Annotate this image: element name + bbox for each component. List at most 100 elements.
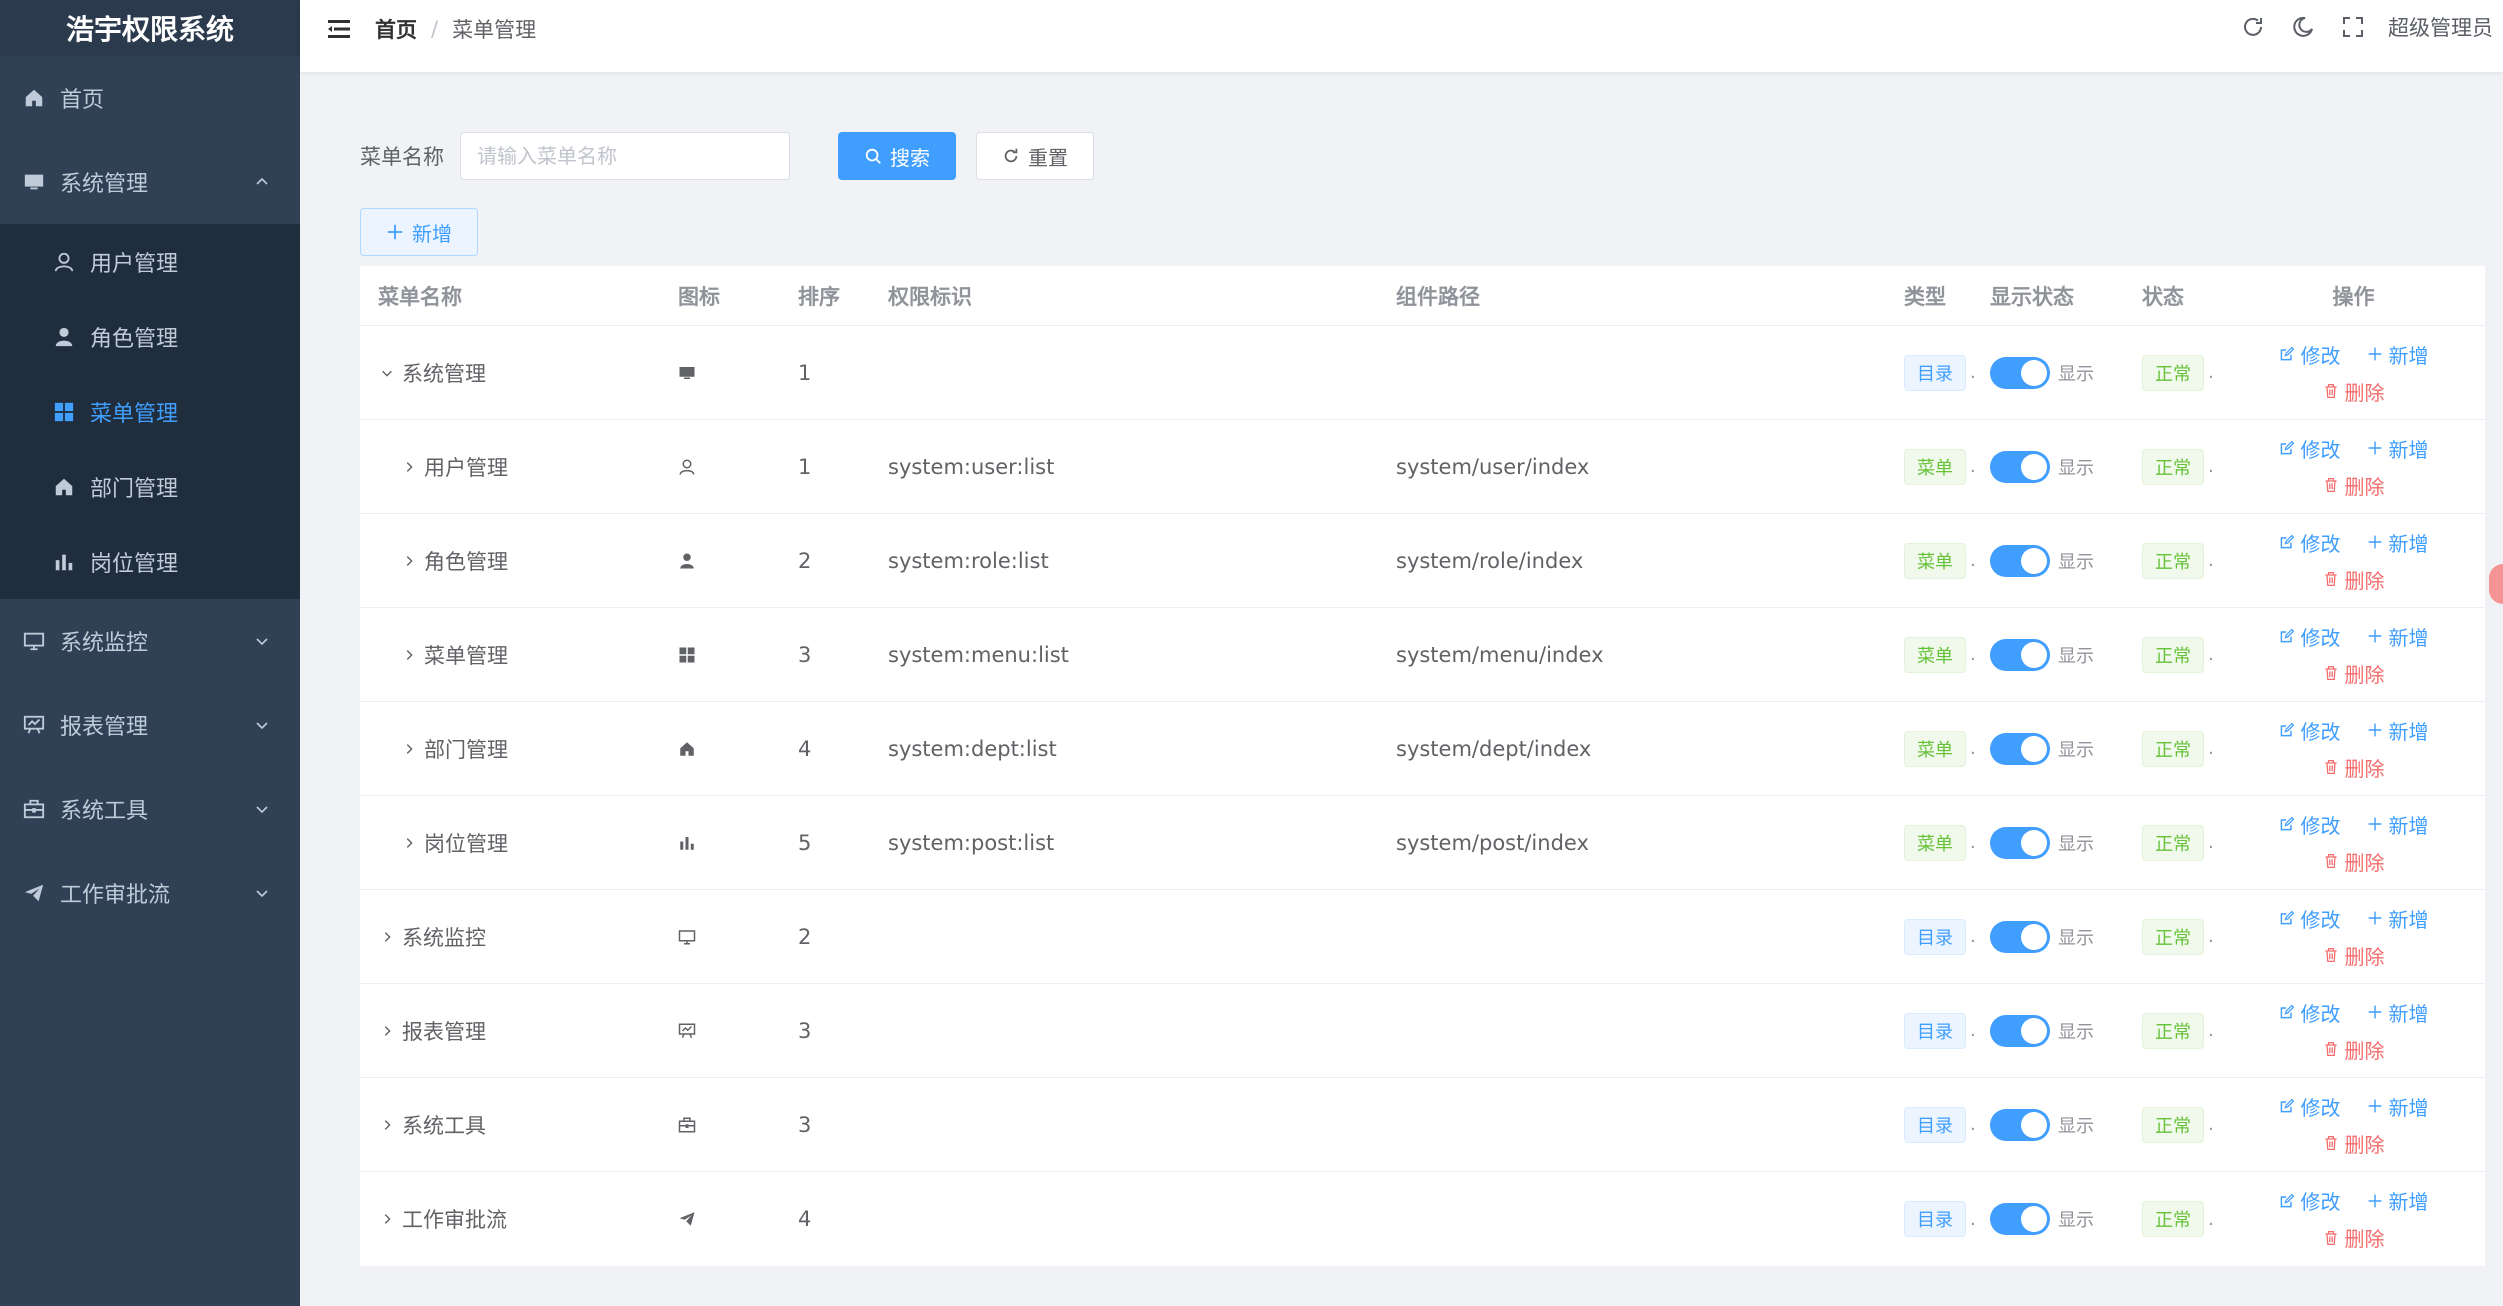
add-child-button[interactable]: 新增 — [2367, 1092, 2429, 1121]
visible-switch[interactable] — [1990, 544, 2050, 577]
delete-button[interactable]: 删除 — [2323, 377, 2385, 406]
edit-label: 修改 — [2300, 813, 2341, 838]
side-drawer-handle[interactable] — [2489, 564, 2503, 604]
visible-switch[interactable] — [1990, 920, 2050, 953]
plus-icon — [387, 224, 403, 240]
edit-button[interactable]: 修改 — [2279, 340, 2341, 369]
visible-switch[interactable] — [1990, 826, 2050, 859]
add-child-button[interactable]: 新增 — [2367, 434, 2429, 463]
row-icon-cell — [678, 608, 696, 701]
reset-button[interactable]: 重置 — [976, 132, 1094, 180]
row-order: 1 — [798, 360, 812, 385]
add-child-button[interactable]: 新增 — [2367, 716, 2429, 745]
add-child-button[interactable]: 新增 — [2367, 340, 2429, 369]
edit-button[interactable]: 修改 — [2279, 998, 2341, 1027]
delete-button[interactable]: 删除 — [2323, 471, 2385, 500]
status-dot: . — [2208, 832, 2214, 853]
row-name-cell: 系统监控 — [378, 890, 486, 983]
chevron-right-icon[interactable] — [400, 740, 418, 758]
plus-icon — [2367, 1098, 2389, 1114]
sidebar-item-users[interactable]: 用户管理 — [0, 224, 300, 299]
visible-switch-label: 显示 — [2058, 1115, 2094, 1137]
chevron-right-icon[interactable] — [400, 458, 418, 476]
search-button[interactable]: 搜索 — [838, 132, 956, 180]
edit-button[interactable]: 修改 — [2279, 1092, 2341, 1121]
visible-switch[interactable] — [1990, 1014, 2050, 1047]
edit-button[interactable]: 修改 — [2279, 1186, 2341, 1215]
sidebar-item-tools[interactable]: 系统工具 — [0, 767, 300, 851]
sidebar-item-system[interactable]: 系统管理 — [0, 140, 300, 224]
edit-button[interactable]: 修改 — [2279, 434, 2341, 463]
breadcrumb-home[interactable]: 首页 — [375, 14, 417, 44]
delete-button[interactable]: 删除 — [2323, 1129, 2385, 1158]
chevron-right-icon[interactable] — [378, 1116, 396, 1134]
add-child-button[interactable]: 新增 — [2367, 810, 2429, 839]
row-perm: system:dept:list — [888, 736, 1057, 761]
sidebar-item-posts[interactable]: 岗位管理 — [0, 524, 300, 599]
sidebar-item-roles[interactable]: 角色管理 — [0, 299, 300, 374]
chevron-right-icon[interactable] — [378, 928, 396, 946]
moon-icon[interactable] — [2288, 12, 2318, 42]
row-name-cell: 用户管理 — [400, 420, 508, 513]
chevron-down-icon[interactable] — [378, 364, 396, 382]
fullscreen-icon[interactable] — [2338, 12, 2368, 42]
chevron-right-icon[interactable] — [378, 1210, 396, 1228]
edit-button[interactable]: 修改 — [2279, 528, 2341, 557]
type-dot: . — [1970, 362, 1976, 383]
add-child-button[interactable]: 新增 — [2367, 1186, 2429, 1215]
app-logo[interactable]: 浩宇权限系统 — [0, 0, 300, 56]
add-child-button[interactable]: 新增 — [2367, 528, 2429, 557]
visible-switch[interactable] — [1990, 732, 2050, 765]
row-type-cell: 目录. — [1904, 1078, 1976, 1171]
delete-button[interactable]: 删除 — [2323, 941, 2385, 970]
delete-button[interactable]: 删除 — [2323, 753, 2385, 782]
sidebar-item-workflow[interactable]: 工作审批流 — [0, 851, 300, 935]
delete-label: 删除 — [2344, 1038, 2385, 1063]
visible-switch[interactable] — [1990, 1203, 2050, 1235]
add-child-button[interactable]: 新增 — [2367, 904, 2429, 933]
row-name: 部门管理 — [424, 737, 508, 762]
type-tag: 目录 — [1904, 1106, 1966, 1143]
visible-switch[interactable] — [1990, 1108, 2050, 1141]
delete-button[interactable]: 删除 — [2323, 1035, 2385, 1064]
toolbox-icon — [22, 797, 46, 821]
row-order: 1 — [798, 454, 812, 479]
sidebar-item-home[interactable]: 首页 — [0, 56, 300, 140]
chevron-right-icon[interactable] — [400, 552, 418, 570]
chevron-right-icon[interactable] — [378, 1022, 396, 1040]
edit-button[interactable]: 修改 — [2279, 622, 2341, 651]
chevron-right-icon[interactable] — [400, 834, 418, 852]
sidebar-item-depts[interactable]: 部门管理 — [0, 449, 300, 524]
menu-name-input[interactable] — [460, 132, 790, 180]
sidebar-item-label: 系统管理 — [60, 172, 149, 197]
visible-switch[interactable] — [1990, 638, 2050, 671]
edit-label: 修改 — [2300, 625, 2341, 650]
visible-switch-label: 显示 — [2058, 551, 2094, 573]
visible-switch[interactable] — [1990, 356, 2050, 389]
refresh-icon[interactable] — [2238, 12, 2268, 42]
delete-button[interactable]: 删除 — [2323, 659, 2385, 688]
chevron-right-icon[interactable] — [400, 646, 418, 664]
add-child-button[interactable]: 新增 — [2367, 622, 2429, 651]
table-row: 工作审批流 4 目录. 显示 正常. 修改 新增 删除 — [360, 1172, 2485, 1266]
edit-button[interactable]: 修改 — [2279, 904, 2341, 933]
status-badge: 正常 — [2142, 1106, 2204, 1143]
trash-icon — [2323, 571, 2345, 587]
edit-button[interactable]: 修改 — [2279, 716, 2341, 745]
hamburger-icon[interactable] — [326, 16, 352, 42]
add-child-button[interactable]: 新增 — [2367, 998, 2429, 1027]
delete-button[interactable]: 删除 — [2323, 1223, 2385, 1252]
sidebar-item-menus[interactable]: 菜单管理 — [0, 374, 300, 449]
user-menu[interactable]: 超级管理员 — [2388, 12, 2493, 42]
row-ops-cell: 修改 新增删除 — [2222, 514, 2485, 607]
edit-button[interactable]: 修改 — [2279, 810, 2341, 839]
menu-name-label: 菜单名称 — [360, 145, 444, 169]
sidebar-item-monitor[interactable]: 系统监控 — [0, 599, 300, 683]
row-icon-cell — [678, 326, 696, 419]
delete-button[interactable]: 删除 — [2323, 565, 2385, 594]
sidebar-item-reports[interactable]: 报表管理 — [0, 683, 300, 767]
add-menu-button[interactable]: 新增 — [360, 208, 478, 256]
type-tag: 菜单 — [1904, 730, 1966, 767]
delete-button[interactable]: 删除 — [2323, 847, 2385, 876]
visible-switch[interactable] — [1990, 450, 2050, 483]
